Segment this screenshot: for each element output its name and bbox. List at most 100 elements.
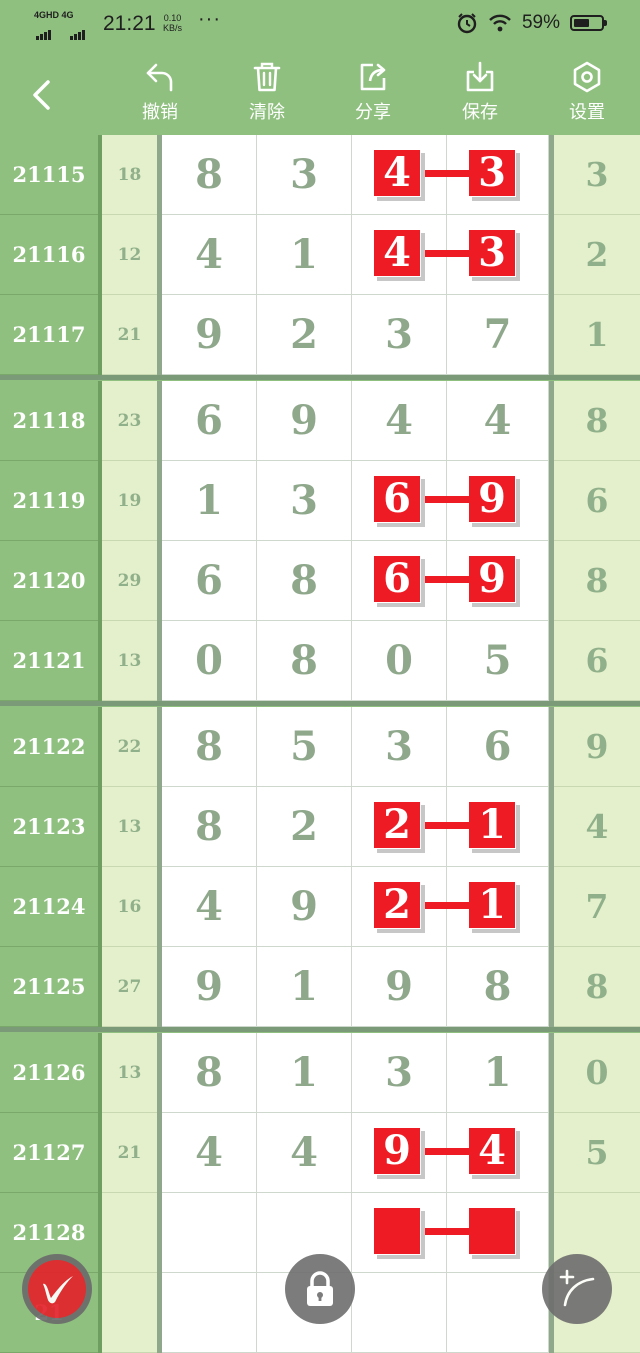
lock-button[interactable] bbox=[285, 1254, 355, 1324]
digit-cell[interactable]: 1 bbox=[447, 1033, 549, 1113]
digit-cell[interactable]: 9 bbox=[162, 947, 257, 1027]
digit-cell[interactable] bbox=[162, 1273, 257, 1353]
digit-cell[interactable]: 8 bbox=[257, 621, 352, 701]
battery-icon bbox=[570, 15, 607, 31]
digit-cell[interactable] bbox=[162, 1193, 257, 1273]
back-button[interactable] bbox=[22, 70, 62, 120]
digit-cell[interactable]: 8 bbox=[162, 135, 257, 215]
settings-button[interactable]: 设置 bbox=[552, 60, 622, 124]
digit-cell[interactable]: 5 bbox=[257, 707, 352, 787]
issue-number: 21124 bbox=[0, 867, 98, 947]
digit-value: 0 bbox=[385, 637, 413, 684]
sum-value: 18 bbox=[102, 135, 157, 215]
clear-label: 清除 bbox=[249, 102, 285, 122]
digit-cell[interactable]: 4 bbox=[162, 867, 257, 947]
digit-value: 4 bbox=[290, 1129, 318, 1176]
digit-value: 4 bbox=[195, 883, 223, 930]
draw-line-button[interactable] bbox=[542, 1254, 612, 1324]
last-value: 7 bbox=[554, 867, 640, 947]
digit-cell[interactable]: 9 bbox=[257, 381, 352, 461]
signal-icon-2 bbox=[70, 22, 86, 40]
digit-cell[interactable]: 3 bbox=[257, 135, 352, 215]
more-notifications: ··· bbox=[198, 8, 221, 30]
digit-value: 1 bbox=[290, 1049, 318, 1096]
sum-value: 23 bbox=[102, 381, 157, 461]
digit-cell[interactable]: 3 bbox=[257, 461, 352, 541]
digit-value: 6 bbox=[483, 723, 512, 770]
net-speed-value: 0.10 bbox=[163, 13, 182, 23]
link-line bbox=[425, 576, 473, 583]
digit-value: 5 bbox=[290, 723, 318, 770]
digit-cell[interactable]: 8 bbox=[447, 947, 549, 1027]
digit-cell[interactable]: 1 bbox=[257, 1033, 352, 1113]
digit-cell[interactable]: 6 bbox=[447, 707, 549, 787]
net-speed: 0.10 KB/s bbox=[163, 13, 182, 33]
digit-cell[interactable]: 3 bbox=[352, 707, 447, 787]
undo-label: 撤销 bbox=[142, 102, 178, 122]
digit-cell[interactable]: 4 bbox=[162, 1113, 257, 1193]
table-row: 21123 13 8 2 2 1 4 bbox=[0, 787, 640, 867]
digit-cell[interactable]: 0 bbox=[352, 621, 447, 701]
digit-cell[interactable]: 8 bbox=[162, 787, 257, 867]
link-line bbox=[425, 1148, 473, 1155]
battery-fill bbox=[574, 19, 589, 27]
digit-cell[interactable] bbox=[447, 1273, 549, 1353]
digit-cell[interactable]: 8 bbox=[162, 1033, 257, 1113]
clear-button[interactable]: 清除 bbox=[232, 60, 302, 124]
digit-cell[interactable]: 2 bbox=[257, 787, 352, 867]
pen-tool-button[interactable] bbox=[22, 1254, 92, 1324]
table-row: 21124 16 4 9 2 1 7 bbox=[0, 867, 640, 947]
digit-value: 8 bbox=[195, 803, 223, 850]
digit-cell[interactable]: 9 bbox=[352, 947, 447, 1027]
data-grid: 21115 18 8 3 4 3 3 21116 12 4 1 4 3 2 21117 21 9 2 3 7 1 2111… bbox=[0, 135, 640, 1353]
issue-number: 21122 bbox=[0, 707, 98, 787]
link-line bbox=[425, 170, 473, 177]
digit-cell[interactable]: 6 bbox=[162, 541, 257, 621]
digit-cell[interactable]: 4 bbox=[352, 381, 447, 461]
digit-value: 8 bbox=[195, 723, 223, 770]
highlight-box: 1 bbox=[468, 800, 516, 849]
digit-cell[interactable]: 6 bbox=[162, 381, 257, 461]
digit-cell[interactable]: 4 bbox=[257, 1113, 352, 1193]
digit-cell[interactable]: 3 bbox=[352, 295, 447, 375]
highlight-box: 2 bbox=[373, 880, 421, 929]
undo-button[interactable]: 撤销 bbox=[125, 60, 195, 124]
digit-cell[interactable]: 7 bbox=[447, 295, 549, 375]
table-row: 21119 19 1 3 6 9 6 bbox=[0, 461, 640, 541]
table-row: 21118 23 6 9 4 4 8 bbox=[0, 381, 640, 461]
digit-cell[interactable]: 1 bbox=[257, 947, 352, 1027]
digit-value: 4 bbox=[483, 397, 512, 444]
digit-cell[interactable] bbox=[352, 1273, 447, 1353]
digit-value: 9 bbox=[290, 883, 318, 930]
highlight-box: 1 bbox=[468, 880, 516, 929]
digit-cell[interactable]: 5 bbox=[447, 621, 549, 701]
digit-cell[interactable]: 4 bbox=[447, 381, 549, 461]
digit-value: 0 bbox=[195, 637, 223, 684]
sum-value: 13 bbox=[102, 787, 157, 867]
digit-value: 6 bbox=[195, 397, 223, 444]
last-value: 9 bbox=[554, 707, 640, 787]
save-button[interactable]: 保存 bbox=[445, 60, 515, 124]
highlight-box: 4 bbox=[373, 148, 421, 197]
digit-cell[interactable]: 9 bbox=[257, 867, 352, 947]
digit-cell[interactable]: 8 bbox=[162, 707, 257, 787]
sum-value: 16 bbox=[102, 867, 157, 947]
highlight-box: 9 bbox=[468, 554, 516, 603]
last-value: 5 bbox=[554, 1113, 640, 1193]
digit-value: 3 bbox=[290, 477, 318, 524]
digit-cell[interactable]: 9 bbox=[162, 295, 257, 375]
table-row: 21116 12 4 1 4 3 2 bbox=[0, 215, 640, 295]
digit-cell[interactable]: 4 bbox=[162, 215, 257, 295]
digit-cell[interactable]: 8 bbox=[257, 541, 352, 621]
issue-number: 21127 bbox=[0, 1113, 98, 1193]
digit-cell[interactable]: 0 bbox=[162, 621, 257, 701]
digit-cell[interactable]: 2 bbox=[257, 295, 352, 375]
digit-cell[interactable]: 1 bbox=[162, 461, 257, 541]
digit-cell[interactable]: 3 bbox=[352, 1033, 447, 1113]
highlight-box bbox=[373, 1206, 421, 1255]
digit-cell[interactable]: 1 bbox=[257, 215, 352, 295]
issue-number: 21117 bbox=[0, 295, 98, 375]
digit-value: 3 bbox=[290, 151, 318, 198]
network-type: 4GHD 4G bbox=[34, 10, 74, 20]
share-button[interactable]: 分享 bbox=[338, 60, 408, 124]
